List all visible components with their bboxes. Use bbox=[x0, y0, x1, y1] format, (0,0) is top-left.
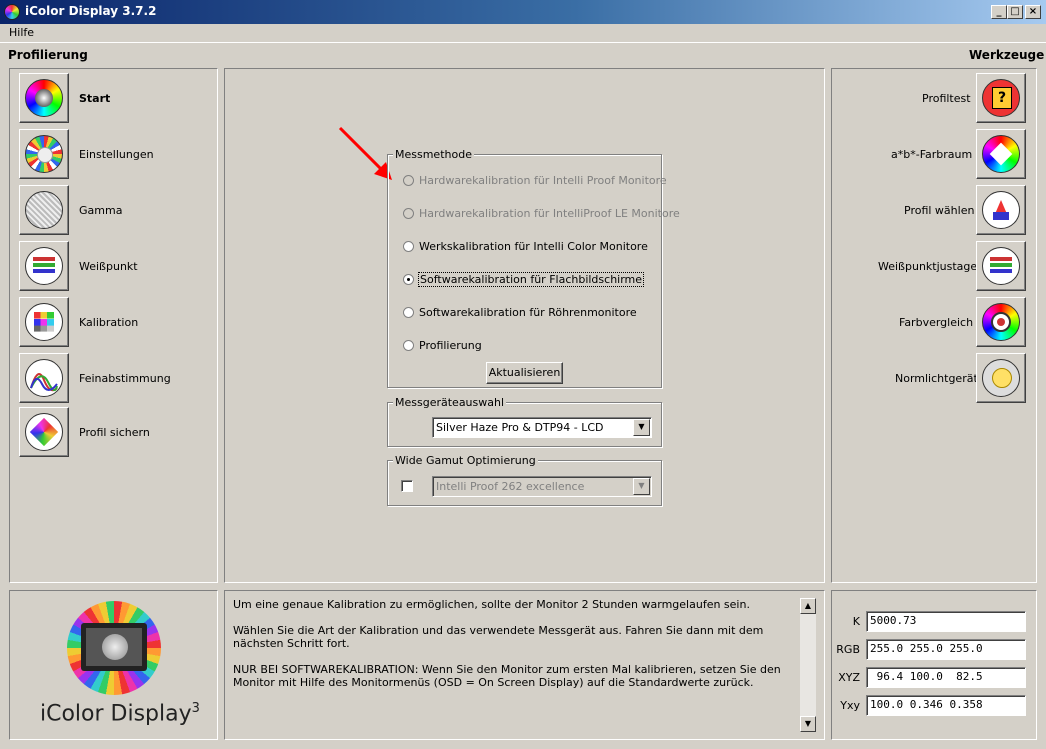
device-title: Messgeräteauswahl bbox=[393, 396, 507, 409]
radio-hw-intelliproof-le[interactable] bbox=[403, 208, 414, 219]
tool-whitepoint-adjust-label: Weißpunktjustage bbox=[878, 260, 978, 273]
logo-color-wheel-icon bbox=[67, 601, 161, 695]
chevron-down-icon[interactable]: ▼ bbox=[633, 419, 650, 436]
right-section-title: Werkzeuge bbox=[969, 48, 1045, 62]
xyz-value: 96.4 100.0 82.5 bbox=[866, 667, 1026, 688]
tool-choose-profile-button[interactable] bbox=[976, 185, 1026, 235]
nav-finetune-label: Feinabstimmung bbox=[79, 372, 171, 385]
nav-calibration-button[interactable] bbox=[19, 297, 69, 347]
nav-settings-label: Einstellungen bbox=[79, 148, 154, 161]
tool-choose-profile-label: Profil wählen bbox=[904, 204, 975, 217]
choose-profile-icon bbox=[982, 191, 1020, 229]
logo-text: iColor Display3 bbox=[40, 701, 200, 726]
menu-bar bbox=[0, 24, 1046, 43]
calibration-grid-icon bbox=[25, 303, 63, 341]
device-select-value: Silver Haze Pro & DTP94 - LCD bbox=[436, 421, 604, 434]
tool-ab-colorspace-label: a*b*-Farbraum bbox=[891, 148, 973, 161]
tool-ab-colorspace-button[interactable] bbox=[976, 129, 1026, 179]
radio-factory-intellicolor[interactable] bbox=[403, 241, 414, 252]
close-button[interactable]: × bbox=[1025, 5, 1041, 19]
title-bar[interactable] bbox=[0, 0, 1046, 24]
info-paragraph-3: NUR BEI SOFTWAREKALIBRATION: Wenn Sie de… bbox=[233, 663, 781, 689]
tool-color-compare-label: Farbvergleich bbox=[899, 316, 974, 329]
curves-icon bbox=[25, 359, 63, 397]
left-section-title: Profilierung bbox=[8, 48, 88, 62]
nav-save-profile-label: Profil sichern bbox=[79, 426, 150, 439]
radio-profiling-label: Profilierung bbox=[419, 339, 482, 352]
gamma-grid-icon bbox=[25, 191, 63, 229]
settings-wheel-icon bbox=[25, 135, 63, 173]
radio-sw-flatpanel-label: Softwarekalibration für Flachbildschirme bbox=[418, 272, 645, 287]
info-paragraph-2: Wählen Sie die Art der Kalibration und d… bbox=[233, 624, 764, 650]
ab-colorspace-icon bbox=[982, 135, 1020, 173]
tool-normlight-button[interactable] bbox=[976, 353, 1026, 403]
info-scrollbar[interactable] bbox=[800, 598, 816, 732]
color-wheel-icon bbox=[25, 79, 63, 117]
rgb-value: 255.0 255.0 255.0 bbox=[866, 639, 1026, 660]
nav-whitepoint-button[interactable] bbox=[19, 241, 69, 291]
nav-save-profile-button[interactable] bbox=[19, 407, 69, 457]
scroll-down-button[interactable]: ▼ bbox=[800, 716, 816, 732]
logo-text-main: iColor Display bbox=[40, 701, 192, 727]
nav-settings-button[interactable] bbox=[19, 129, 69, 179]
menu-help[interactable]: Hilfe bbox=[9, 26, 34, 39]
radio-hw-intelliproof-le-label: Hardwarekalibration für IntelliProof LE … bbox=[419, 207, 680, 220]
whitepoint-icon bbox=[25, 247, 63, 285]
radio-sw-crt[interactable] bbox=[403, 307, 414, 318]
tool-normlight-label: Normlichtgerät bbox=[895, 372, 978, 385]
nav-start-label: Start bbox=[79, 92, 111, 105]
tool-profiletest-button[interactable]: ? bbox=[976, 73, 1026, 123]
app-icon bbox=[4, 4, 20, 20]
yxy-value: 100.0 0.346 0.358 bbox=[866, 695, 1026, 716]
whitepoint-adjust-icon bbox=[982, 247, 1020, 285]
info-paragraph-1: Um eine genaue Kalibration zu ermögliche… bbox=[233, 598, 750, 611]
minimize-button[interactable]: _ bbox=[991, 5, 1007, 19]
nav-gamma-label: Gamma bbox=[79, 204, 123, 217]
wide-gamut-select-value: Intelli Proof 262 excellence bbox=[436, 480, 585, 493]
messmethode-group bbox=[387, 154, 662, 388]
nav-finetune-button[interactable] bbox=[19, 353, 69, 403]
messmethode-title: Messmethode bbox=[393, 148, 474, 161]
tool-color-compare-button[interactable] bbox=[976, 297, 1026, 347]
save-profile-icon bbox=[25, 413, 63, 451]
normlight-icon bbox=[982, 359, 1020, 397]
radio-factory-intellicolor-label: Werkskalibration für Intelli Color Monit… bbox=[419, 240, 648, 253]
update-button[interactable]: Aktualisieren bbox=[486, 362, 563, 384]
tool-whitepoint-adjust-button[interactable] bbox=[976, 241, 1026, 291]
xyz-label: XYZ bbox=[838, 671, 860, 684]
nav-whitepoint-label: Weißpunkt bbox=[79, 260, 138, 273]
window-title: iColor Display 3.7.2 bbox=[25, 4, 157, 18]
scroll-up-button[interactable]: ▲ bbox=[800, 598, 816, 614]
info-text: Um eine genaue Kalibration zu ermögliche… bbox=[233, 598, 798, 689]
color-compare-icon bbox=[982, 303, 1020, 341]
k-value: 5000.73 bbox=[866, 611, 1026, 632]
radio-sw-flatpanel[interactable] bbox=[403, 274, 414, 285]
device-select[interactable]: Silver Haze Pro & DTP94 - LCD ▼ bbox=[432, 417, 652, 438]
profile-test-icon: ? bbox=[982, 79, 1020, 117]
k-label: K bbox=[852, 615, 860, 628]
radio-hw-intelliproof[interactable] bbox=[403, 175, 414, 186]
radio-sw-crt-label: Softwarekalibration für Röhrenmonitore bbox=[419, 306, 637, 319]
wide-gamut-select[interactable]: Intelli Proof 262 excellence ▼ bbox=[432, 476, 652, 497]
nav-gamma-button[interactable] bbox=[19, 185, 69, 235]
nav-start-button[interactable] bbox=[19, 73, 69, 123]
radio-profiling[interactable] bbox=[403, 340, 414, 351]
logo-text-sup: 3 bbox=[191, 701, 200, 716]
nav-calibration-label: Kalibration bbox=[79, 316, 139, 329]
wide-gamut-checkbox[interactable] bbox=[401, 480, 413, 492]
yxy-label: Yxy bbox=[840, 699, 860, 712]
maximize-button[interactable]: □ bbox=[1007, 5, 1023, 19]
radio-hw-intelliproof-label: Hardwarekalibration für Intelli Proof Mo… bbox=[419, 174, 667, 187]
tool-profiletest-label: Profiltest bbox=[922, 92, 971, 105]
chevron-down-icon[interactable]: ▼ bbox=[633, 478, 650, 495]
wide-gamut-title: Wide Gamut Optimierung bbox=[393, 454, 538, 467]
rgb-label: RGB bbox=[836, 643, 860, 656]
